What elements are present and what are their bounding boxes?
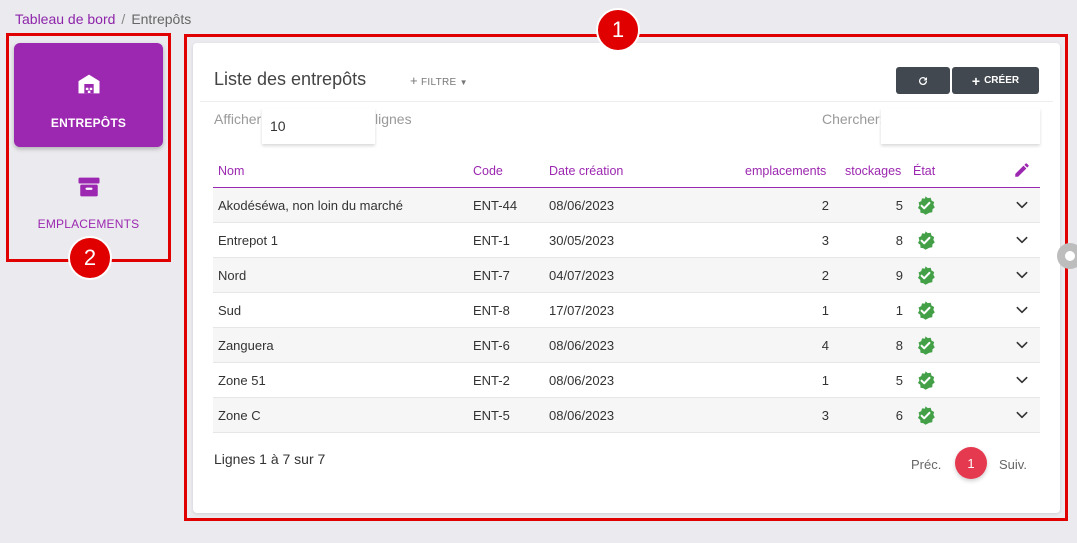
cell-code: ENT-44: [473, 198, 518, 213]
cell-name: Entrepot 1: [218, 233, 278, 248]
cell-date: 08/06/2023: [549, 338, 615, 353]
verified-check-icon: [917, 301, 935, 320]
annotation-badge-1: 1: [596, 8, 640, 52]
verified-check-icon: [917, 196, 935, 215]
cell-code: ENT-7: [473, 268, 510, 283]
cell-emplacements: 1: [821, 303, 829, 318]
page-size-select[interactable]: [262, 108, 375, 144]
cell-code: ENT-2: [473, 373, 510, 388]
verified-check-icon: [917, 266, 935, 285]
chevron-down-icon[interactable]: [1015, 303, 1029, 317]
page-1-button[interactable]: 1: [955, 447, 987, 479]
cell-name: Zanguera: [218, 338, 274, 353]
next-page-button[interactable]: Suiv.: [999, 457, 1027, 472]
create-button-label: CRÉER: [984, 75, 1020, 86]
chevron-down-icon[interactable]: [1015, 268, 1029, 282]
cell-date: 08/06/2023: [549, 198, 615, 213]
table-body: Akodéséwa, non loin du marché ENT-44 08/06…: [213, 188, 1040, 433]
filter-label: FILTRE: [421, 77, 457, 88]
cell-emplacements: 2: [821, 268, 829, 283]
verified-check-icon: [917, 371, 935, 390]
cell-date: 30/05/2023: [549, 233, 615, 248]
cell-stockages: 8: [895, 338, 903, 353]
chevron-down-icon[interactable]: [1015, 198, 1029, 212]
cell-name: Nord: [218, 268, 247, 283]
cell-stockages: 8: [895, 233, 903, 248]
table-row[interactable]: Zanguera ENT-6 08/06/2023 4 8: [213, 328, 1040, 363]
column-header-emplacements[interactable]: emplacements: [745, 164, 826, 178]
cell-date: 04/07/2023: [549, 268, 615, 283]
cell-stockages: 5: [895, 373, 903, 388]
verified-check-icon: [917, 406, 935, 425]
search-input[interactable]: [881, 108, 1040, 144]
verified-check-icon: [917, 336, 935, 355]
cell-emplacements: 2: [821, 198, 829, 213]
caret-down-icon: ▼: [459, 78, 468, 87]
cell-stockages: 1: [895, 303, 903, 318]
breadcrumb: Tableau de bord / Entrepôts: [15, 11, 191, 27]
cell-date: 08/06/2023: [549, 373, 615, 388]
column-header-code[interactable]: Code: [473, 164, 503, 178]
cell-code: ENT-6: [473, 338, 510, 353]
filter-button[interactable]: + FILTRE ▼: [410, 73, 468, 88]
cell-code: ENT-5: [473, 408, 510, 423]
cell-name: Sud: [218, 303, 242, 318]
plus-icon: +: [971, 72, 981, 89]
cell-emplacements: 1: [821, 373, 829, 388]
previous-page-button[interactable]: Préc.: [911, 457, 941, 472]
cell-emplacements: 3: [821, 233, 829, 248]
table-row[interactable]: Sud ENT-8 17/07/2023 1 1: [213, 293, 1040, 328]
breadcrumb-current: Entrepôts: [131, 11, 192, 27]
chevron-down-icon[interactable]: [1015, 408, 1029, 422]
cell-emplacements: 4: [821, 338, 829, 353]
show-entries-label: Afficher: [214, 111, 262, 127]
column-header-stockages[interactable]: stockages: [845, 164, 901, 178]
chevron-down-icon[interactable]: [1015, 233, 1029, 247]
table-row[interactable]: Zone C ENT-5 08/06/2023 3 6: [213, 398, 1040, 433]
verified-check-icon: [917, 231, 935, 250]
table-row[interactable]: Nord ENT-7 04/07/2023 2 9: [213, 258, 1040, 293]
cell-date: 08/06/2023: [549, 408, 615, 423]
column-header-date[interactable]: Date création: [549, 164, 623, 178]
refresh-button[interactable]: [896, 67, 950, 94]
sidebar-annotation-frame: [6, 33, 171, 262]
column-header-etat[interactable]: État: [913, 164, 935, 178]
pagination-info: Lignes 1 à 7 sur 7: [214, 451, 326, 467]
cell-name: Akodéséwa, non loin du marché: [218, 198, 404, 213]
create-button[interactable]: + CRÉER: [952, 67, 1039, 94]
chevron-down-icon[interactable]: [1015, 373, 1029, 387]
cell-code: ENT-1: [473, 233, 510, 248]
refresh-icon: [919, 76, 928, 85]
cell-stockages: 9: [895, 268, 903, 283]
breadcrumb-home-link[interactable]: Tableau de bord: [15, 11, 115, 27]
cell-date: 17/07/2023: [549, 303, 615, 318]
table-header: Nom Code Date création emplacements stoc…: [213, 153, 1040, 188]
page-title: Liste des entrepôts: [214, 69, 367, 89]
cell-stockages: 5: [895, 198, 903, 213]
plus-icon: +: [410, 73, 418, 88]
column-header-nom[interactable]: Nom: [218, 164, 244, 178]
sidebar-toggle-handle[interactable]: [1057, 243, 1077, 269]
table-row[interactable]: Entrepot 1 ENT-1 30/05/2023 3 8: [213, 223, 1040, 258]
cell-name: Zone C: [218, 408, 261, 423]
breadcrumb-separator: /: [121, 11, 126, 27]
table-row[interactable]: Zone 51 ENT-2 08/06/2023 1 5: [213, 363, 1040, 398]
toolbar-divider: [200, 101, 1053, 102]
edit-pencil-icon[interactable]: [1013, 161, 1031, 179]
search-label: Chercher:: [822, 111, 884, 127]
cell-emplacements: 3: [821, 408, 829, 423]
cell-stockages: 6: [895, 408, 903, 423]
chevron-down-icon[interactable]: [1015, 338, 1029, 352]
lines-label: lignes: [375, 111, 412, 127]
cell-name: Zone 51: [218, 373, 266, 388]
cell-code: ENT-8: [473, 303, 510, 318]
table-row[interactable]: Akodéséwa, non loin du marché ENT-44 08/06…: [213, 188, 1040, 223]
annotation-badge-2: 2: [68, 236, 112, 280]
